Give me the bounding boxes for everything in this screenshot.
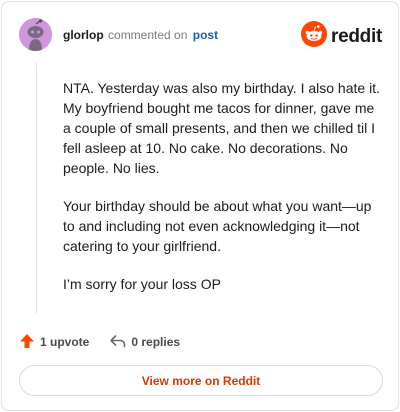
comment-meta: glorlop commented on post xyxy=(63,28,218,42)
comment-body: NTA. Yesterday was also my birthday. I a… xyxy=(63,78,383,312)
reddit-brand[interactable]: reddit xyxy=(301,21,382,52)
view-more-button[interactable]: View more on Reddit xyxy=(19,365,383,396)
comment-header: glorlop commented on post reddit xyxy=(19,18,382,52)
upvote-count: 1 upvote xyxy=(40,335,90,349)
snoo-avatar-icon[interactable] xyxy=(19,18,52,51)
replies-button[interactable]: 0 replies xyxy=(109,333,180,352)
comment-paragraph: Your birthday should be about what you w… xyxy=(63,198,372,254)
action-text: commented on xyxy=(108,28,188,42)
comment-embed-card: glorlop commented on post reddit NTA. Ye… xyxy=(1,1,399,411)
comment-paragraph: NTA. Yesterday was also my birthday. I a… xyxy=(63,80,380,176)
thread-line xyxy=(36,62,37,314)
reply-icon xyxy=(109,333,126,352)
upvote-button[interactable]: 1 upvote xyxy=(19,333,89,352)
upvote-arrow-icon xyxy=(19,333,35,352)
reddit-wordmark: reddit xyxy=(331,25,382,47)
username-link[interactable]: glorlop xyxy=(63,28,104,42)
post-link[interactable]: post xyxy=(193,28,218,42)
comment-paragraph: I’m sorry for your loss OP xyxy=(63,276,221,292)
reddit-logo-icon xyxy=(301,21,328,52)
replies-count: 0 replies xyxy=(131,335,181,349)
comment-actions: 1 upvote 0 replies xyxy=(19,332,200,352)
